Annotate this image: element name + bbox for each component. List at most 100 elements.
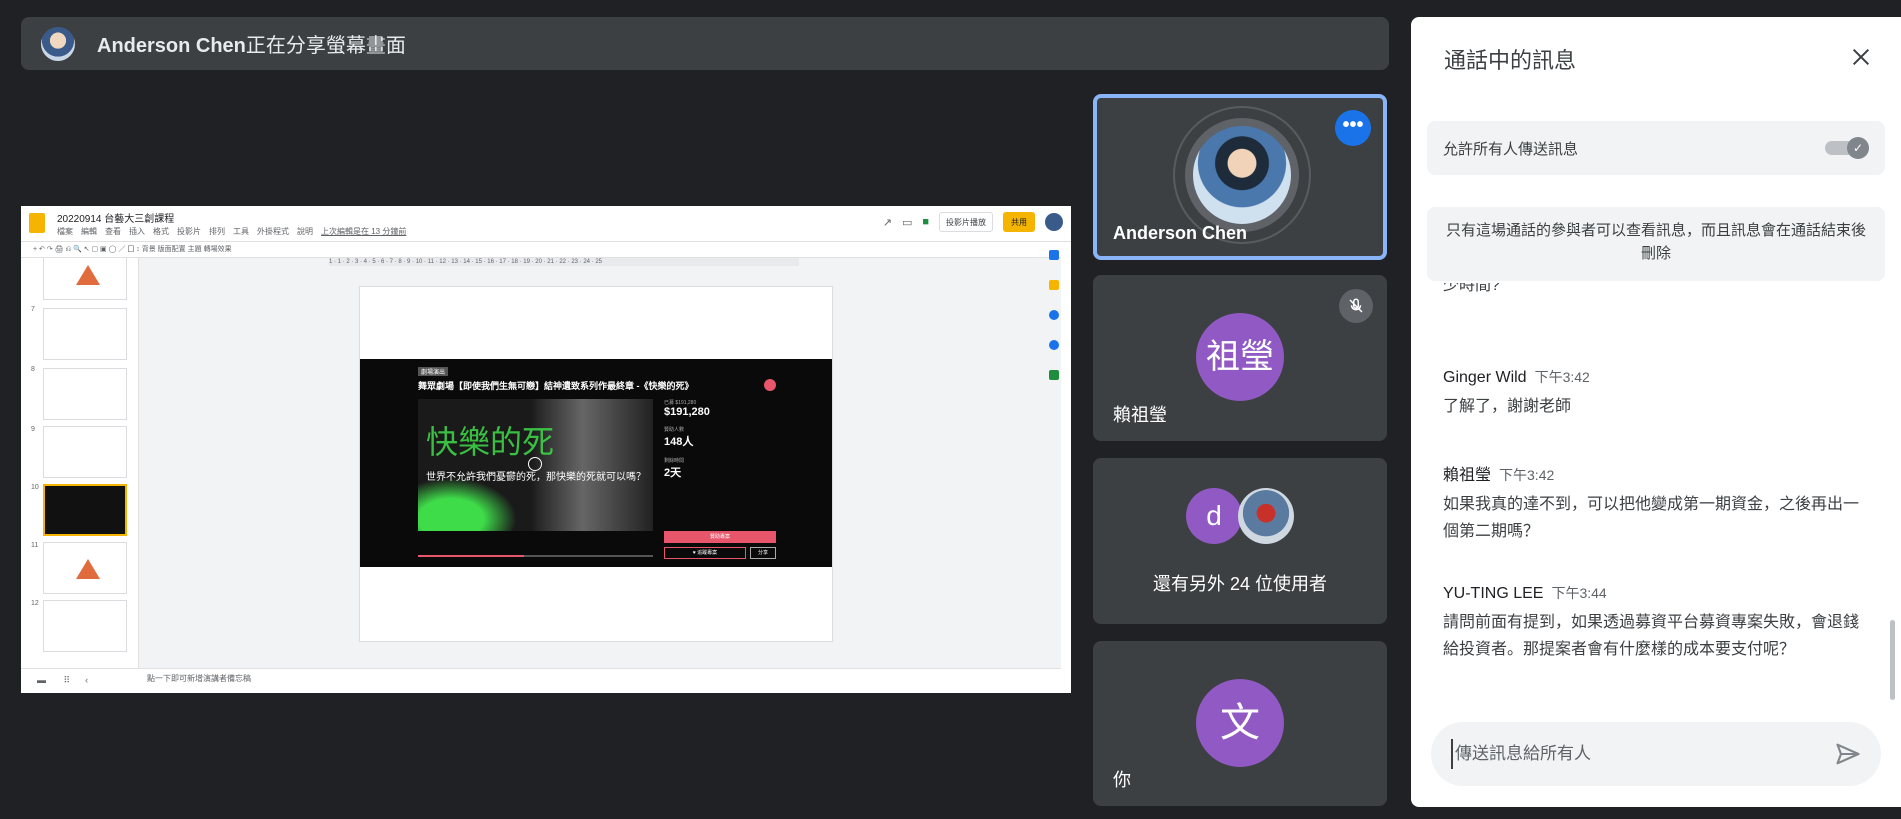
send-icon [1836, 743, 1860, 765]
slide-number: 10 [31, 484, 39, 491]
account-avatar [1045, 213, 1063, 231]
stat-label: 已募 $191,280 [664, 400, 697, 406]
category-tag: 劇場演出 [418, 367, 449, 376]
menu-item: 投影片 [177, 227, 201, 236]
stat-label: 剩餘時間 [664, 458, 685, 464]
truncated-message: 少時間? [1443, 283, 1500, 294]
participant-tile[interactable]: 祖瑩 賴祖瑩 [1093, 275, 1387, 441]
send-button[interactable] [1833, 740, 1863, 768]
slides-logo-icon [29, 213, 45, 233]
scrollbar[interactable] [1890, 620, 1895, 700]
slide-thumbnail [43, 368, 127, 420]
message-list: 少時間? Ginger Wild 下午3:42 了解了，謝謝老師 賴祖瑩 下午3:4… [1411, 283, 1881, 703]
slides-toolbar: + ↶ ↷ 🖨 ⎌ 🔍 ↖ ▢ ▣ ◯ ／ 囗 ↕ 背景 版面配置 主題 轉場效… [21, 242, 1071, 258]
slide-number: 9 [31, 426, 35, 433]
presenting-banner: Anderson Chen正在分享螢幕畫面 [21, 17, 1389, 70]
more-options-button[interactable]: ••• [1335, 110, 1371, 146]
message-header: YU-TING LEE 下午3:44 [1443, 583, 1863, 603]
slide-thumbnails: 7 8 9 10 11 12 [21, 258, 139, 668]
message-time: 下午3:42 [1499, 467, 1555, 483]
allow-messages-row: 允許所有人傳送訊息 ✓ [1427, 121, 1885, 175]
last-edit-link: 上次編輯是在 13 分鐘前 [321, 227, 407, 236]
presenting-text: Anderson Chen正在分享螢幕畫面 [97, 35, 406, 57]
check-icon: ✓ [1847, 137, 1869, 159]
project-image: 快樂的死 世界不允許我們憂鬱的死，那快樂的死就可以嗎？ [418, 399, 653, 531]
chat-message: YU-TING LEE 下午3:44 請問前面有提到，如果透過募資平台募資專案失敗… [1443, 583, 1863, 663]
follow-project-button: ♥ 追蹤專案 [664, 547, 746, 559]
calendar-icon [1049, 250, 1059, 260]
menu-item: 工具 [233, 227, 249, 236]
slides-header-actions: ↗ ▭ ■ 投影片播放 共用 [883, 212, 1063, 232]
self-name: 你 [1113, 770, 1131, 790]
slides-menu: 檔案 編輯 查看 插入 格式 投影片 排列 工具 外掛程式 說明 上次編輯是在 13 分鐘前 [57, 226, 414, 237]
participant-tile-main[interactable]: ••• Anderson Chen [1093, 94, 1387, 260]
slide-number: 7 [31, 306, 35, 313]
chat-message: 賴祖瑩 下午3:42 如果我真的達不到，可以把他變成第一期資金，之後再出一個第二期… [1443, 461, 1863, 545]
share-button: 共用 [1003, 212, 1035, 232]
slide-thumbnail [43, 308, 127, 360]
comment-icon: ▭ [901, 216, 913, 229]
close-button[interactable] [1847, 43, 1875, 71]
panel-title: 通話中的訊息 [1444, 48, 1577, 73]
shared-screen: 20220914 台藝大三創課程 檔案 編輯 查看 插入 格式 投影片 排列 工具 外掛程式 說明… [21, 206, 1071, 693]
stat-value: $191,280 [664, 406, 710, 418]
slide-number: 12 [31, 600, 39, 607]
slides-header: 20220914 台藝大三創課程 檔案 編輯 查看 插入 格式 投影片 排列 工具 外掛程式 說明… [21, 206, 1071, 242]
funding-progress [418, 555, 653, 557]
slide-thumbnail [43, 426, 127, 478]
keep-icon [1049, 280, 1059, 290]
slide-thumbnail [43, 258, 127, 300]
view-toggles: ▬ ⠿ ‹ [21, 668, 139, 693]
share-project-button: 分享 [750, 547, 776, 559]
message-time: 下午3:42 [1534, 369, 1590, 385]
message-text: 如果我真的達不到，可以把他變成第一期資金，之後再出一個第二期嗎？ [1443, 496, 1860, 540]
menu-item: 檔案 [57, 227, 73, 236]
self-avatar: 文 [1196, 679, 1284, 767]
side-panel [1061, 242, 1071, 693]
others-tile[interactable]: d 還有另外 24 位使用者 [1093, 458, 1387, 624]
funding-progress-fill [418, 555, 524, 557]
slide-thumbnail-selected [43, 484, 127, 536]
current-slide: 劇場演出 舞眾劇場【即使我們生無可戀】結神遺致系列作最終章 -《快樂的死》 快樂… [359, 286, 833, 642]
message-sender: Ginger Wild [1443, 369, 1527, 386]
slide-thumbnail [43, 600, 127, 652]
participant-photo [1185, 118, 1299, 232]
message-text: 了解了，謝謝老師 [1443, 398, 1572, 415]
others-count: 還有另外 24 位使用者 [1152, 574, 1328, 594]
participant-name: 賴祖瑩 [1113, 405, 1167, 425]
menu-item: 查看 [105, 227, 121, 236]
trend-icon: ↗ [882, 216, 892, 229]
meet-icon: ■ [922, 216, 929, 228]
message-sender: YU-TING LEE [1443, 585, 1544, 602]
stat-value: 148人 [664, 436, 694, 448]
heart-icon [764, 379, 776, 391]
self-tile[interactable]: 文 你 [1093, 641, 1387, 806]
presenter-avatar [41, 26, 75, 61]
menu-item: 格式 [153, 227, 169, 236]
participant-name: Anderson Chen [1113, 223, 1248, 243]
allow-messages-toggle[interactable]: ✓ [1821, 137, 1869, 159]
message-header: Ginger Wild 下午3:42 [1443, 367, 1863, 387]
message-composer [1431, 722, 1881, 786]
close-icon [1852, 48, 1870, 66]
slide-canvas: 1 · 1 · 2 · 3 · 4 · 5 · 6 · 7 · 8 · 9 · … [139, 258, 1061, 668]
stat-label: 贊助人數 [664, 427, 685, 433]
warning-triangle-icon [76, 559, 100, 579]
stat-value: 2天 [664, 467, 682, 479]
poster-quote: 世界不允許我們憂鬱的死，那快樂的死就可以嗎？ [426, 472, 646, 483]
chat-message: Ginger Wild 下午3:42 了解了，謝謝老師 [1443, 367, 1863, 420]
maps-icon [1049, 370, 1059, 380]
mic-off-icon [1339, 289, 1373, 323]
slide-number: 8 [31, 366, 35, 373]
participant-avatar: d [1186, 488, 1242, 544]
contacts-icon [1049, 340, 1059, 350]
project-card: 劇場演出 舞眾劇場【即使我們生無可戀】結神遺致系列作最終章 -《快樂的死》 快樂… [360, 359, 832, 567]
menu-item: 插入 [129, 227, 145, 236]
doc-title: 20220914 台藝大三創課程 [57, 214, 175, 225]
privacy-notice: 只有這場通話的參與者可以查看訊息，而且訊息會在通話結束後刪除 [1427, 207, 1885, 281]
slide-number: 11 [31, 542, 39, 549]
menu-item: 排列 [209, 227, 225, 236]
message-input[interactable] [1451, 739, 1811, 769]
message-sender: 賴祖瑩 [1443, 467, 1492, 484]
participant-photo [1238, 488, 1294, 544]
